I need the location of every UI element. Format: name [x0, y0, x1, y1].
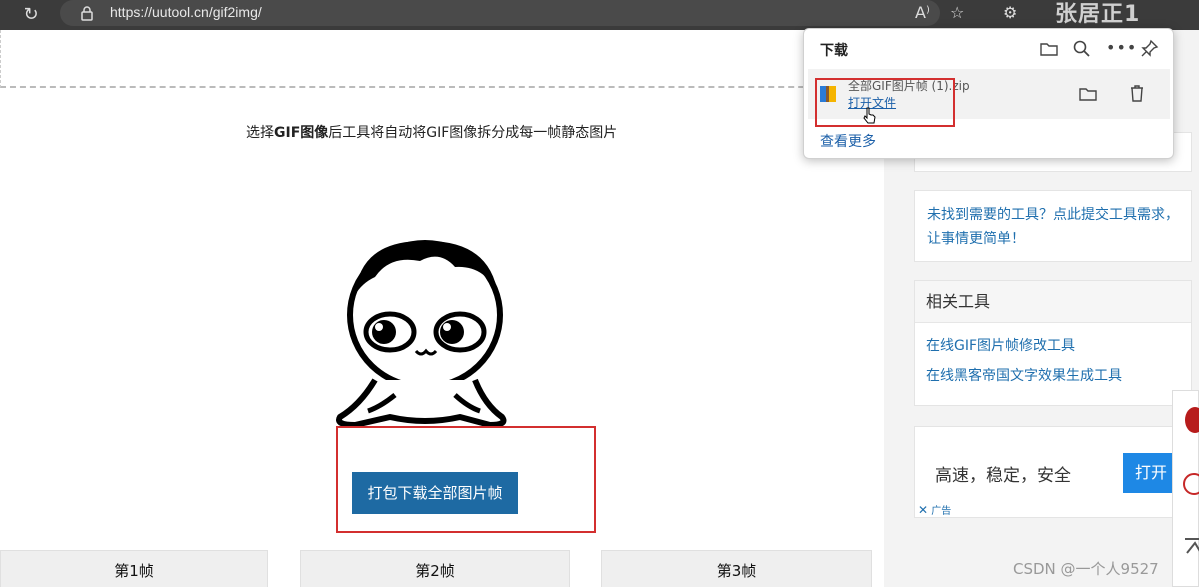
music-icon[interactable] — [1181, 471, 1199, 497]
frame-tab-2[interactable]: 第2帧 — [300, 550, 570, 587]
reload-icon[interactable]: ↻ — [20, 4, 42, 26]
favorite-star-icon[interactable]: ☆ — [950, 3, 964, 22]
extensions-icon[interactable]: ⚙ — [1003, 3, 1017, 22]
related-tools-card: 相关工具 在线GIF图片帧修改工具 在线黑客帝国文字效果生成工具 — [914, 280, 1192, 406]
ad-card: 高速，稳定，安全 打开 — [914, 426, 1193, 518]
ad-label[interactable]: ✕ 广告 — [918, 502, 951, 517]
pin-icon[interactable] — [1139, 39, 1159, 59]
close-ad-icon[interactable]: ✕ — [918, 503, 928, 517]
main-content: 选择GIF图像后工具将自动将GIF图像拆分成每一帧静态图片 打包下载全部图片帧 … — [0, 30, 884, 587]
gif-preview-image — [280, 155, 600, 455]
lock-icon — [81, 6, 93, 21]
request-card: 未找到需要的工具？点此提交工具需求，让事情更简单！ — [914, 190, 1192, 262]
video-watermark: 张居正1 — [1055, 2, 1141, 27]
see-more-link[interactable]: 查看更多 — [820, 131, 876, 151]
frame-tab-3[interactable]: 第3帧 — [601, 550, 872, 587]
show-in-folder-icon[interactable] — [1078, 85, 1098, 103]
highlight-box-open-file — [815, 78, 955, 127]
upload-drop-zone[interactable] — [0, 30, 884, 88]
more-options-icon[interactable]: ••• — [1106, 39, 1136, 59]
related-link-gif-editor[interactable]: 在线GIF图片帧修改工具 — [926, 331, 1180, 361]
related-link-matrix-text[interactable]: 在线黑客帝国文字效果生成工具 — [926, 361, 1180, 391]
search-icon[interactable] — [1072, 39, 1092, 59]
ad-text: 高速，稳定，安全 — [935, 466, 1071, 486]
delete-icon[interactable] — [1128, 83, 1146, 103]
back-to-top-icon[interactable] — [1181, 535, 1199, 557]
downloads-title: 下载 — [820, 43, 848, 59]
floating-action-bar — [1172, 390, 1199, 587]
open-downloads-folder-icon[interactable] — [1039, 39, 1059, 59]
read-aloud-icon[interactable]: A⁾ — [915, 3, 930, 22]
profile-icon[interactable] — [1181, 405, 1199, 435]
request-tool-link[interactable]: 未找到需要的工具？点此提交工具需求，让事情更简单！ — [927, 203, 1179, 251]
download-all-frames-button[interactable]: 打包下载全部图片帧 — [352, 472, 518, 514]
related-tools-title: 相关工具 — [915, 281, 1191, 323]
instruction-text: 选择GIF图像后工具将自动将GIF图像拆分成每一帧静态图片 — [246, 125, 618, 141]
frame-tab-1[interactable]: 第1帧 — [0, 550, 268, 587]
browser-toolbar: ↻ https://uutool.cn/gif2img/ A⁾ ☆ ⚙ 张居正1 — [0, 0, 1199, 30]
csdn-watermark: CSDN @一个人9527 — [1013, 560, 1159, 578]
url-text[interactable]: https://uutool.cn/gif2img/ — [110, 4, 262, 20]
